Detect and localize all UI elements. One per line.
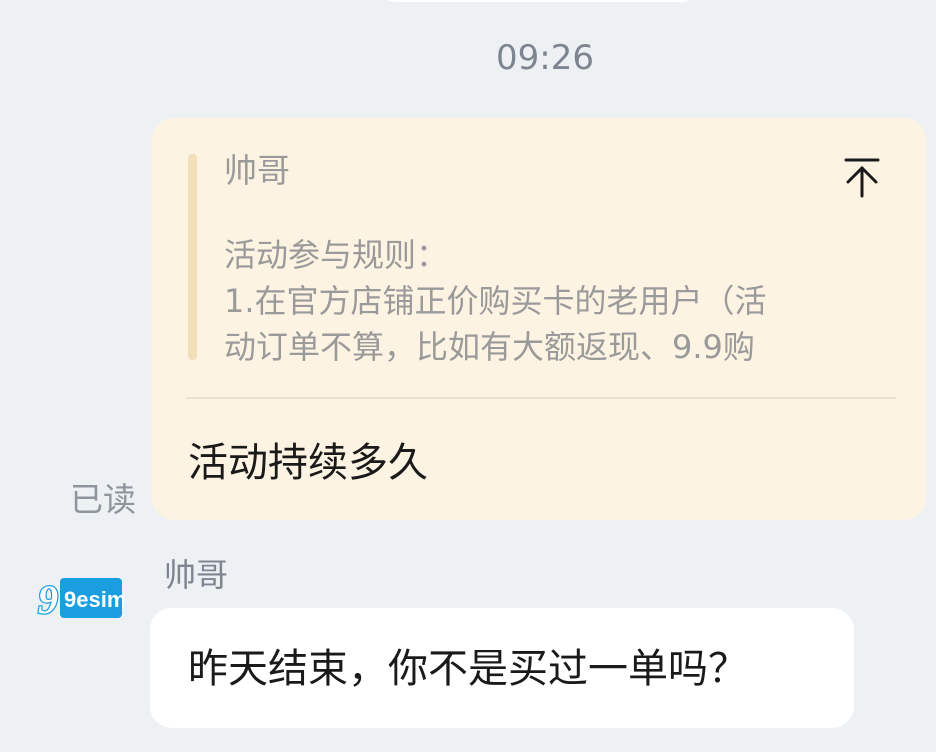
- avatar[interactable]: 9 9esim: [36, 576, 124, 620]
- svg-text:9: 9: [38, 577, 58, 620]
- quoted-line: 1.在官方店铺正价购买卡的老用户（活: [224, 282, 767, 320]
- quoted-message-text[interactable]: 活动参与规则： 1.在官方店铺正价购买卡的老用户（活 动订单不算，比如有大额返现…: [224, 232, 864, 370]
- sent-message-text: 活动持续多久: [188, 440, 428, 486]
- received-message-text: 昨天结束，你不是买过一单吗？: [188, 646, 748, 692]
- quote-indicator-bar: [188, 154, 197, 360]
- message-timestamp: 09:26: [496, 38, 594, 78]
- previous-message-bubble-edge: [380, 0, 698, 2]
- read-status-label: 已读: [70, 480, 136, 519]
- quoted-sender-name: 帅哥: [224, 151, 290, 190]
- logo-text: 9esim: [64, 587, 124, 612]
- received-message-bubble[interactable]: 昨天结束，你不是买过一单吗？: [150, 608, 854, 728]
- quote-divider: [186, 397, 896, 399]
- sender-name: 帅哥: [164, 556, 229, 594]
- quoted-line: 活动参与规则：: [224, 236, 449, 274]
- quoted-line: 动订单不算，比如有大额返现、9.9购: [224, 328, 755, 366]
- sent-message-bubble[interactable]: 帅哥 活动参与规则： 1.在官方店铺正价购买卡的老用户（活 动订单不算，比如有大…: [152, 118, 926, 520]
- scroll-to-top-icon[interactable]: [842, 156, 882, 200]
